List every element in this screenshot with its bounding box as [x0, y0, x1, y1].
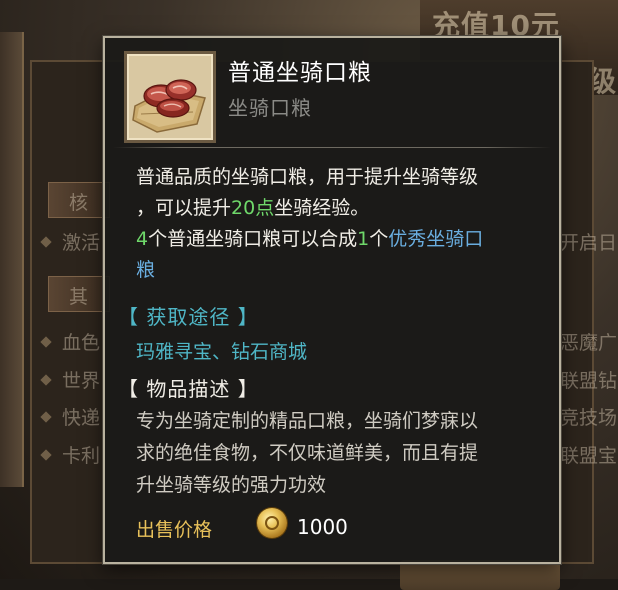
item-desc-heading: 【 物品描述 】 — [118, 377, 259, 401]
synthesis-result-link[interactable]: 优秀坐骑口 — [388, 228, 483, 250]
synthesis-result-link[interactable]: 粮 — [136, 259, 155, 281]
event-row-left[interactable]: 卡利 — [62, 441, 100, 468]
synthesis-output-count: 1 — [357, 228, 370, 250]
flavor-text: 专为坐骑定制的精品口粮，坐骑们梦寐以 求的绝佳食物，不仅味道鲜美，而且有提 升坐… — [136, 405, 551, 501]
description-text: 个普通坐骑口粮可以合成 — [148, 228, 358, 250]
description-line: 4个普通坐骑口粮可以合成1个优秀坐骑口 — [136, 224, 551, 255]
description-line: 粮 — [136, 255, 551, 286]
description-line: 普通品质的坐骑口粮，用于提升坐骑等级 — [136, 166, 479, 188]
flavor-line: 专为坐骑定制的精品口粮，坐骑们梦寐以 — [136, 410, 479, 432]
description-line: ，可以提升20点坐骑经验。 — [136, 193, 551, 224]
event-row-left[interactable]: 激活 — [62, 228, 100, 255]
section-tab-label: 核 — [69, 192, 89, 214]
event-row-left[interactable]: 快递 — [62, 403, 100, 430]
event-row-right[interactable]: 恶魔广 — [560, 328, 617, 355]
sell-price-value: 1000 — [297, 515, 348, 539]
event-row-right[interactable]: 竞技场 — [560, 403, 617, 430]
divider — [113, 147, 551, 148]
item-type: 坐骑口粮 — [228, 96, 312, 120]
item-icon-frame — [124, 51, 216, 143]
meat-ration-icon — [132, 79, 206, 133]
event-row-right[interactable]: 联盟宝 — [560, 441, 617, 468]
event-row-right[interactable]: 联盟钻 — [560, 366, 617, 393]
event-row-left[interactable]: 世界 — [62, 366, 100, 393]
gold-coin-icon — [257, 508, 287, 538]
item-name: 普通坐骑口粮 — [228, 60, 372, 86]
event-row-left[interactable]: 血色 — [62, 328, 100, 355]
description-text: 坐骑经验。 — [274, 197, 370, 219]
event-row-right[interactable]: 开启日 — [560, 228, 617, 255]
left-frame — [0, 32, 24, 487]
description-text: ，可以提升 — [136, 197, 232, 219]
item-description: 普通品质的坐骑口粮，用于提升坐骑等级 ，可以提升20点坐骑经验。 4个普通坐骑口… — [136, 162, 551, 286]
flavor-line: 求的绝佳食物，不仅味道鲜美，而且有提 — [136, 442, 479, 464]
acquire-heading: 【 获取途径 】 — [118, 305, 259, 329]
section-tab-other[interactable]: 其 — [48, 276, 110, 312]
exp-points-value: 20点 — [231, 197, 275, 219]
acquire-sources: 玛雅寻宝、钻石商城 — [136, 341, 308, 363]
section-tab-core[interactable]: 核 — [48, 182, 110, 218]
section-tab-label: 其 — [69, 286, 89, 308]
bottom-action-button[interactable] — [400, 560, 560, 590]
sell-price-label: 出售价格 — [136, 519, 213, 541]
flavor-line: 升坐骑等级的强力功效 — [136, 474, 327, 496]
description-text: 个 — [369, 228, 389, 250]
item-tooltip: 普通坐骑口粮 坐骑口粮 普通品质的坐骑口粮，用于提升坐骑等级 ，可以提升20点坐… — [103, 36, 561, 564]
synthesis-input-count: 4 — [136, 228, 149, 250]
